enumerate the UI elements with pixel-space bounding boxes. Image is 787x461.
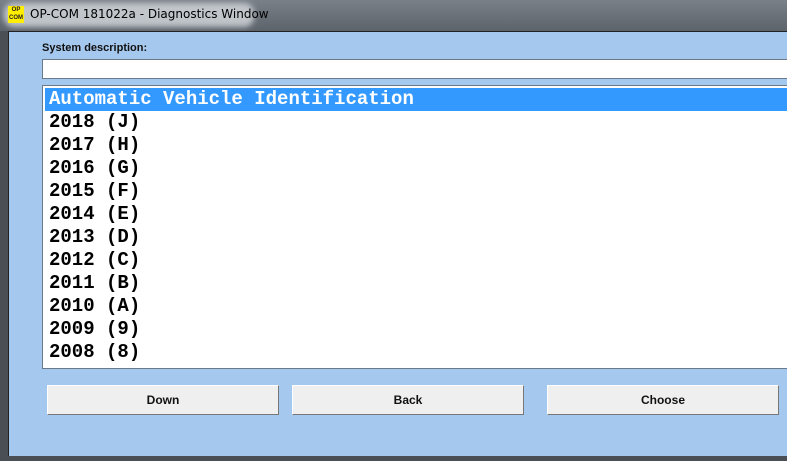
system-description-field[interactable] [42, 59, 787, 79]
list-item[interactable]: 2017 (H) [45, 134, 787, 157]
window-title: OP-COM 181022a - Diagnostics Window [30, 7, 269, 21]
list-item[interactable]: 2010 (A) [45, 295, 787, 318]
system-list[interactable]: Automatic Vehicle Identification 2018 (J)… [42, 85, 787, 369]
list-item[interactable]: 2014 (E) [45, 203, 787, 226]
list-item[interactable]: Automatic Vehicle Identification [45, 88, 787, 111]
down-button[interactable]: Down [47, 385, 279, 415]
choose-button[interactable]: Choose [547, 385, 779, 415]
list-item[interactable]: 2018 (J) [45, 111, 787, 134]
client-area: System description: Automatic Vehicle Id… [8, 31, 787, 456]
system-description-label: System description: [42, 42, 148, 54]
title-bar[interactable]: OP COM OP-COM 181022a - Diagnostics Windo… [0, 0, 787, 31]
app-logo-icon: OP COM [8, 6, 24, 23]
list-item[interactable]: 2013 (D) [45, 226, 787, 249]
list-item[interactable]: 2009 (9) [45, 318, 787, 341]
list-item[interactable]: 2016 (G) [45, 157, 787, 180]
list-item[interactable]: 2015 (F) [45, 180, 787, 203]
back-button[interactable]: Back [292, 385, 524, 415]
list-item[interactable]: 2012 (C) [45, 249, 787, 272]
list-item[interactable]: 2008 (8) [45, 341, 787, 364]
list-item[interactable]: 2011 (B) [45, 272, 787, 295]
